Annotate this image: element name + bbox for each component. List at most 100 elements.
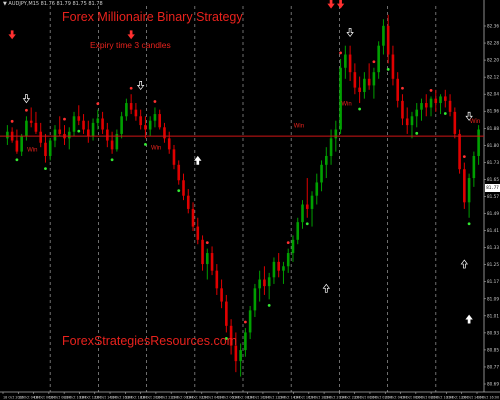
- y-tick-label: 81.25: [487, 262, 499, 267]
- candle-body: [248, 310, 252, 333]
- candle-body: [444, 96, 447, 101]
- candle-body: [177, 164, 181, 181]
- sell-signal-dot: [153, 100, 157, 103]
- candle-body: [101, 118, 104, 130]
- candle-body: [320, 164, 323, 183]
- candle-body: [329, 138, 333, 156]
- y-tick-label: 82.12: [487, 75, 499, 80]
- chart-title: Forex Millionaire Binary Strategy: [62, 10, 243, 24]
- candle-body: [401, 100, 404, 119]
- candle-body: [391, 54, 395, 79]
- candle-body: [225, 301, 228, 326]
- candle-body: [291, 239, 295, 254]
- y-tick-label: 81.65: [487, 177, 499, 182]
- sell-signal-dot: [462, 155, 466, 159]
- candle-body: [258, 279, 261, 289]
- candle-body: [472, 155, 476, 179]
- buy-signal-dot: [467, 222, 471, 226]
- candle-body: [272, 261, 276, 278]
- candle-body: [239, 350, 242, 362]
- sell-signal-dot: [205, 241, 209, 245]
- sell-signal-dot: [286, 241, 290, 245]
- candle-body: [372, 72, 376, 86]
- buy-signal-dot: [386, 67, 390, 71]
- y-tick-label: 81.33: [487, 245, 499, 250]
- y-tick-label: 80.77: [487, 364, 499, 369]
- y-tick-label: 82.04: [487, 92, 499, 97]
- candle-body: [286, 253, 290, 267]
- win-label: Win: [341, 101, 351, 107]
- candle-body: [91, 122, 95, 137]
- win-label: Win: [151, 145, 161, 151]
- chart-subtitle: Expiry time 3 candles: [90, 40, 171, 50]
- buy-signal-dot: [443, 112, 447, 115]
- candle-body: [25, 120, 28, 137]
- y-tick-label: 80.85: [487, 347, 499, 352]
- candle-body: [215, 270, 219, 289]
- candle-body: [301, 204, 304, 223]
- x-tick-label: 20 Oct 16:00: [477, 396, 499, 400]
- y-tick-label: 81.17: [487, 279, 499, 284]
- candle-body: [315, 182, 319, 196]
- y-tick-label: 80.69: [487, 382, 499, 387]
- y-tick-label: 81.41: [487, 228, 499, 233]
- y-tick-label: 82.28: [487, 41, 499, 46]
- candle-body: [72, 116, 76, 132]
- candle-body: [439, 96, 442, 104]
- candle-body: [382, 25, 385, 46]
- candle-body: [191, 208, 195, 227]
- candle-body: [296, 222, 300, 240]
- candle-body: [434, 98, 438, 104]
- buy-signal-dot: [415, 131, 419, 135]
- candle-body: [277, 261, 280, 271]
- candle-body: [39, 131, 42, 143]
- candle-body: [420, 103, 423, 110]
- candle-body: [67, 131, 71, 139]
- candle-body: [186, 195, 190, 209]
- candle-body: [244, 332, 247, 351]
- candle-body: [20, 136, 23, 152]
- buy-signal-dot: [305, 222, 309, 226]
- candle-body: [386, 25, 390, 55]
- candle-body: [29, 120, 33, 123]
- candle-body: [405, 118, 409, 126]
- sell-signal-dot: [96, 102, 100, 106]
- y-tick-label: 82.36: [487, 24, 499, 29]
- candle-body: [167, 138, 171, 150]
- candle-body: [148, 120, 152, 130]
- candle-body: [305, 204, 309, 209]
- sell-signal-dot: [339, 51, 342, 55]
- candle-body: [6, 131, 9, 139]
- candle-body: [139, 116, 142, 126]
- candle-body: [367, 78, 371, 86]
- candle-body: [267, 277, 271, 287]
- y-tick-label: 81.01: [487, 313, 499, 318]
- y-tick-label: 81.96: [487, 109, 499, 114]
- candle-body: [220, 288, 223, 302]
- candle-body: [477, 129, 480, 156]
- candle-body: [339, 67, 342, 130]
- candle-body: [424, 103, 428, 108]
- candle-body: [125, 103, 128, 117]
- candle-body: [144, 125, 147, 130]
- candle-body: [182, 180, 185, 196]
- candle-body: [87, 129, 90, 137]
- candle-body: [253, 288, 257, 311]
- buy-signal-dot: [358, 107, 362, 111]
- y-tick-label: 81.73: [487, 160, 499, 165]
- buy-signal-dot: [177, 189, 181, 193]
- candle-body: [153, 114, 157, 121]
- candle-body: [134, 109, 138, 117]
- candle-body: [172, 149, 176, 165]
- candle-body: [458, 133, 461, 170]
- candle-body: [58, 129, 62, 134]
- buy-signal-dot: [44, 167, 47, 171]
- y-tick-label: 82.20: [487, 58, 499, 63]
- candle-body: [158, 114, 161, 128]
- candle-body: [34, 122, 38, 132]
- candle-body: [325, 155, 328, 165]
- y-tick-label: 81.09: [487, 296, 499, 301]
- current-price-tag: 81.77: [485, 184, 500, 192]
- sell-signal-dot: [401, 86, 404, 90]
- candle-body: [415, 109, 419, 117]
